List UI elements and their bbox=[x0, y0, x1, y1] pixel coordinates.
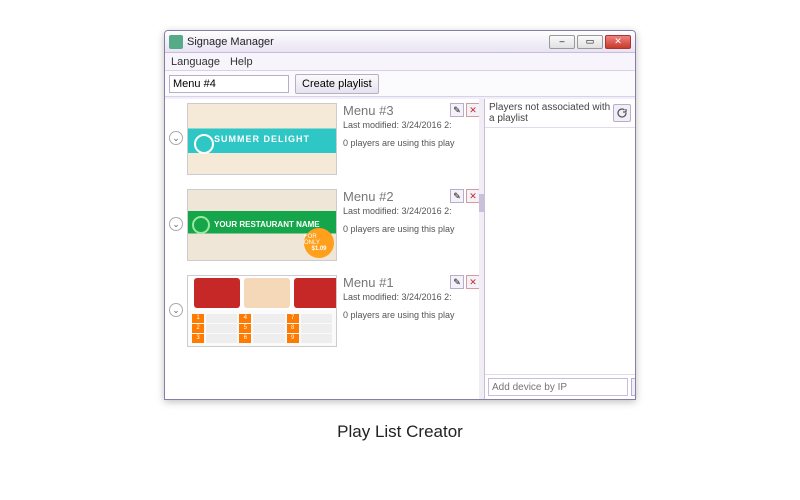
players-panel: Players not associated with a playlist A… bbox=[485, 99, 635, 399]
menu-language[interactable]: Language bbox=[171, 56, 220, 68]
window-title: Signage Manager bbox=[187, 36, 549, 48]
playlist-modified: Last modified: 3/24/2016 2: bbox=[343, 206, 478, 216]
close-button[interactable]: ✕ bbox=[605, 35, 631, 49]
playlist-name-input[interactable] bbox=[169, 75, 289, 93]
playlist-modified: Last modified: 3/24/2016 2: bbox=[343, 292, 478, 302]
playlist-list-panel: ⌄ ✎ ✕ Menu #3 Last modified: 3/24/2016 2… bbox=[165, 99, 485, 399]
expand-icon[interactable]: ⌄ bbox=[169, 303, 183, 317]
playlist-row[interactable]: ⌄ ✎ ✕ Menu #3 Last modified: 3/24/2016 2… bbox=[165, 99, 484, 185]
edit-playlist-button[interactable]: ✎ bbox=[450, 275, 464, 289]
playlist-thumbnail[interactable]: FOR ONLY$1.09 bbox=[187, 189, 337, 261]
refresh-button[interactable] bbox=[613, 104, 631, 122]
players-panel-header: Players not associated with a playlist bbox=[489, 102, 613, 124]
playlist-row[interactable]: ⌄ FOR ONLY$1.09 ✎ ✕ Menu #2 Last modifie… bbox=[165, 185, 484, 271]
playlist-thumbnail[interactable] bbox=[187, 103, 337, 175]
playlist-players: 0 players are using this play bbox=[343, 224, 478, 234]
scrollbar-thumb[interactable] bbox=[479, 194, 484, 212]
app-window: Signage Manager – ▭ ✕ Language Help Crea… bbox=[164, 30, 636, 400]
figure-caption: Play List Creator bbox=[0, 422, 800, 442]
players-list[interactable] bbox=[485, 128, 635, 374]
playlist-thumbnail[interactable]: 147 258 369 bbox=[187, 275, 337, 347]
toolbar: Create playlist bbox=[165, 71, 635, 97]
expand-icon[interactable]: ⌄ bbox=[169, 217, 183, 231]
delete-playlist-button[interactable]: ✕ bbox=[466, 189, 480, 203]
playlist-modified: Last modified: 3/24/2016 2: bbox=[343, 120, 478, 130]
menu-help[interactable]: Help bbox=[230, 56, 253, 68]
titlebar[interactable]: Signage Manager – ▭ ✕ bbox=[165, 31, 635, 53]
scrollbar[interactable] bbox=[479, 99, 484, 399]
edit-playlist-button[interactable]: ✎ bbox=[450, 189, 464, 203]
refresh-icon bbox=[616, 107, 628, 119]
minimize-button[interactable]: – bbox=[549, 35, 575, 49]
playlist-players: 0 players are using this play bbox=[343, 138, 478, 148]
delete-playlist-button[interactable]: ✕ bbox=[466, 103, 480, 117]
playlist-row[interactable]: ⌄ 147 258 369 ✎ bbox=[165, 271, 484, 357]
app-icon bbox=[169, 35, 183, 49]
delete-playlist-button[interactable]: ✕ bbox=[466, 275, 480, 289]
playlist-players: 0 players are using this play bbox=[343, 310, 478, 320]
edit-playlist-button[interactable]: ✎ bbox=[450, 103, 464, 117]
add-device-button[interactable]: Add bbox=[631, 378, 636, 396]
expand-icon[interactable]: ⌄ bbox=[169, 131, 183, 145]
add-device-ip-input[interactable] bbox=[488, 378, 628, 396]
create-playlist-button[interactable]: Create playlist bbox=[295, 74, 379, 94]
menubar: Language Help bbox=[165, 53, 635, 71]
maximize-button[interactable]: ▭ bbox=[577, 35, 603, 49]
